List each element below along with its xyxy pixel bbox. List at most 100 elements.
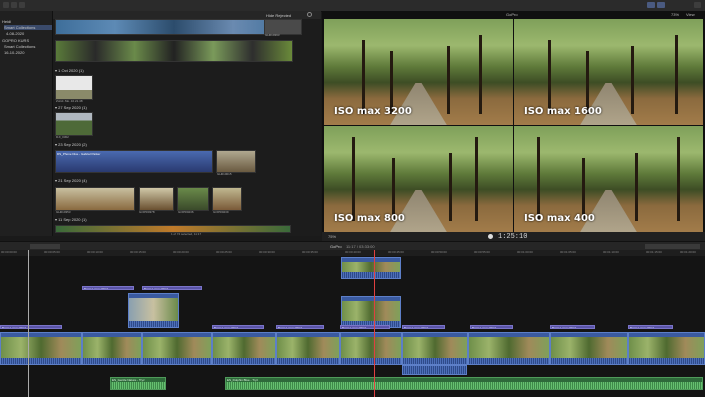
titles-icon[interactable] bbox=[19, 2, 25, 8]
music-clip-label: ES_Gentle Nature - Tryz bbox=[112, 378, 145, 382]
ruler-tick: 00:00:40:00 bbox=[345, 250, 361, 254]
date-group-4[interactable]: ▾ 21 Sep 2020 (4) bbox=[55, 178, 87, 183]
viewer-quadrant-2: ISO max 1600 bbox=[514, 19, 703, 125]
primary-clip[interactable] bbox=[82, 332, 142, 365]
connected-clip[interactable] bbox=[402, 365, 467, 375]
primary-clip[interactable] bbox=[628, 332, 705, 365]
clip-thumbnail-strip[interactable] bbox=[55, 40, 293, 62]
title-clip[interactable]: Basic Lower Third bbox=[550, 325, 595, 329]
clip-thumbnail[interactable] bbox=[55, 112, 93, 136]
clip-caption: GOPR0378 bbox=[139, 210, 155, 214]
primary-clip[interactable] bbox=[142, 332, 212, 365]
iso-label: ISO max 400 bbox=[524, 213, 595, 224]
edit-tools[interactable] bbox=[30, 244, 60, 249]
zoom-menu[interactable]: 73% bbox=[671, 12, 679, 17]
connected-clip[interactable] bbox=[341, 296, 401, 328]
iso-label: ISO max 1600 bbox=[524, 106, 602, 117]
date-group-3[interactable]: ▾ 23 Sep 2020 (2) bbox=[55, 142, 87, 147]
timecode-display: 1:25:10 bbox=[498, 233, 528, 241]
date-group-5[interactable]: ▾ 11 Sep 2020 (1) bbox=[55, 217, 87, 222]
primary-clip[interactable] bbox=[468, 332, 550, 365]
title-clip[interactable]: Basic Lower Third bbox=[628, 325, 673, 329]
project-name: GoPro bbox=[330, 244, 342, 249]
clip-thumbnail[interactable] bbox=[216, 150, 256, 173]
primary-clip[interactable] bbox=[340, 332, 402, 365]
ruler-tick: 00:01:15:00 bbox=[646, 250, 662, 254]
project-duration: 11:17 / 03:33:00 bbox=[346, 244, 375, 249]
connected-clip[interactable] bbox=[128, 293, 179, 328]
view-menu[interactable]: View bbox=[686, 12, 695, 17]
timeline-view-controls[interactable] bbox=[645, 244, 700, 249]
sidebar-item-smart-collections[interactable]: Smart Collections bbox=[4, 25, 52, 30]
ruler-tick: 00:01:20:00 bbox=[680, 250, 696, 254]
inspector-icon[interactable] bbox=[657, 2, 665, 8]
clip-thumbnail[interactable] bbox=[212, 187, 242, 211]
clip-thumbnail[interactable] bbox=[55, 187, 135, 211]
clip-caption: DS_Phone Dive - Gabriel Parker bbox=[57, 152, 101, 156]
clip-caption: GOPR0236 bbox=[178, 210, 194, 214]
primary-clip[interactable] bbox=[276, 332, 340, 365]
title-clip[interactable]: Basic Lower Third bbox=[142, 286, 202, 290]
sidebar-item-event-1[interactable]: 4-08-2020 bbox=[6, 31, 24, 36]
clip-caption: GH010015 bbox=[217, 172, 232, 176]
sidebar-item-event-2[interactable]: 16-10-2020 bbox=[4, 50, 24, 55]
library-icon[interactable] bbox=[3, 2, 9, 8]
title-clip[interactable]: Basic Lower Third bbox=[470, 325, 513, 329]
share-icon[interactable] bbox=[694, 2, 701, 8]
browser-header: Hide Rejected bbox=[53, 11, 321, 19]
audio-clip-thumbnail[interactable]: DS_Phone Dive - Gabriel Parker bbox=[55, 150, 213, 173]
ruler-tick: 00:00:15:00 bbox=[130, 250, 146, 254]
clip-thumbnail[interactable] bbox=[55, 75, 93, 100]
sidebar-item-heidi[interactable]: Heidi bbox=[2, 19, 11, 24]
music-clip[interactable]: ES_Dolphin Blue - Tryz bbox=[225, 377, 703, 390]
clip-thumbnail[interactable] bbox=[177, 187, 209, 211]
title-clip[interactable]: Basic Lower Third bbox=[402, 325, 445, 329]
clip-thumbnail[interactable] bbox=[139, 187, 174, 211]
primary-clip[interactable] bbox=[550, 332, 628, 365]
title-clip[interactable]: Basic Lower Third bbox=[0, 325, 62, 329]
music-clip[interactable]: ES_Gentle Nature - Tryz bbox=[110, 377, 166, 390]
ruler-tick: 00:01:00:00 bbox=[517, 250, 533, 254]
photos-icon[interactable] bbox=[11, 2, 17, 8]
playhead[interactable] bbox=[374, 250, 375, 397]
date-group-1[interactable]: ▾ 1 Oct 2020 (1) bbox=[55, 68, 84, 73]
iso-label: ISO max 3200 bbox=[334, 106, 412, 117]
primary-clip[interactable] bbox=[402, 332, 468, 365]
clip-caption: DJI_0302 bbox=[56, 135, 69, 139]
hide-rejected-menu[interactable]: Hide Rejected bbox=[266, 13, 291, 18]
viewer: GoPro 73% View ISO max 3200 ISO max 1600… bbox=[322, 11, 705, 236]
title-clip[interactable]: Basic Lower Third bbox=[340, 325, 390, 329]
viewer-title: GoPro bbox=[506, 12, 518, 17]
viewer-controls: 75% 1:25:10 bbox=[322, 232, 705, 241]
viewer-quadrant-3: ISO max 800 bbox=[324, 126, 513, 232]
timeline[interactable]: Basic Lower Third Basic Lower Third Basi… bbox=[0, 256, 705, 397]
layout-icon[interactable] bbox=[647, 2, 655, 8]
ruler-tick: 00:00:35:00 bbox=[302, 250, 318, 254]
ruler-tick: 00:00:55:00 bbox=[474, 250, 490, 254]
title-clip[interactable]: Basic Lower Third bbox=[276, 325, 324, 329]
clip-caption: GH010393 bbox=[265, 33, 280, 37]
primary-clip[interactable] bbox=[212, 332, 276, 365]
skimmer[interactable] bbox=[28, 250, 29, 397]
sidebar-item-gopro-kurs[interactable]: GOPRO KURS bbox=[2, 38, 29, 43]
title-clip[interactable]: Basic Lower Third bbox=[212, 325, 264, 329]
viewer-zoom-menu[interactable]: 75% bbox=[328, 234, 336, 239]
library-sidebar: Heidi Smart Collections 4-08-2020 GOPRO … bbox=[0, 11, 53, 236]
ruler-tick: 00:01:10:00 bbox=[603, 250, 619, 254]
primary-clip[interactable] bbox=[0, 332, 82, 365]
search-icon[interactable] bbox=[307, 12, 312, 17]
ruler-tick: 00:01:05:00 bbox=[560, 250, 576, 254]
ruler-tick: 00:00:25:00 bbox=[216, 250, 232, 254]
date-group-2[interactable]: ▾ 27 Sep 2020 (1) bbox=[55, 105, 87, 110]
clip-thumbnail-strip[interactable] bbox=[55, 19, 293, 35]
sidebar-item-smart-collections-2[interactable]: Smart Collections bbox=[4, 44, 35, 49]
ruler-tick: 00:00:00:00 bbox=[1, 250, 17, 254]
play-icon[interactable] bbox=[488, 234, 493, 239]
ruler-tick: 00:00:30:00 bbox=[259, 250, 275, 254]
viewer-quadrant-4: ISO max 400 bbox=[514, 126, 703, 232]
connected-clip[interactable] bbox=[341, 257, 401, 279]
iso-label: ISO max 800 bbox=[334, 213, 405, 224]
ruler-tick: 00:00:50:00 bbox=[431, 250, 447, 254]
title-clip[interactable]: Basic Lower Third bbox=[82, 286, 134, 290]
clip-caption: ZoCd..Mo..10.21.48 bbox=[56, 99, 83, 103]
